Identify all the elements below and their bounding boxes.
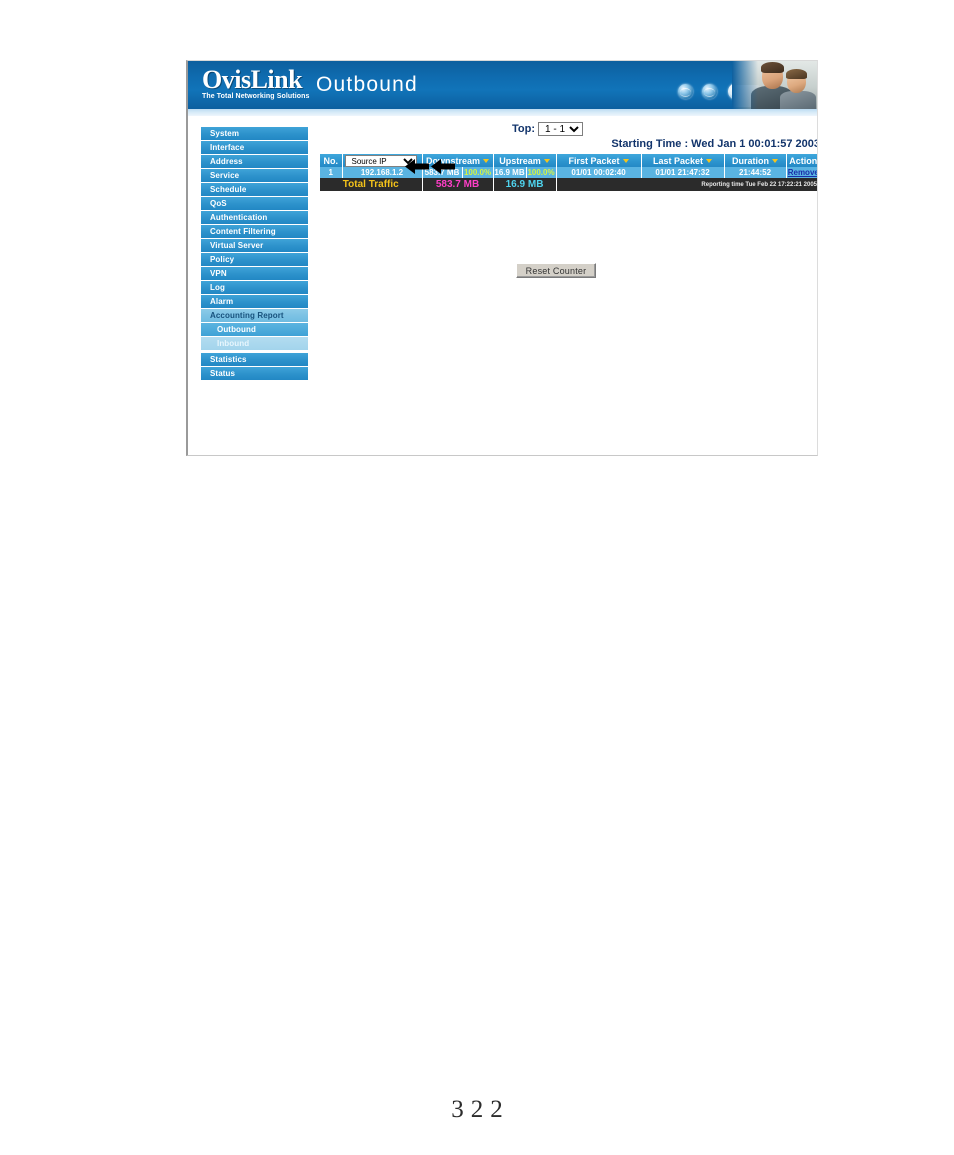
column-header-first-packet[interactable]: First Packet [556,154,642,167]
sidebar-item-label: Status [210,369,236,378]
remove-link[interactable]: Remove [788,168,817,177]
sidebar-item-label: Virtual Server [210,241,264,250]
sort-descending-icon[interactable] [622,159,629,164]
sidebar-item-schedule[interactable]: Schedule [201,183,308,197]
sort-descending-icon[interactable] [772,159,779,164]
column-header-label: Action [789,155,818,166]
cell-action: Remove [786,167,817,178]
sidebar-item-label: Interface [210,143,245,152]
cell-upstream: 16.9 MB [493,167,527,178]
column-header-label: Duration [732,155,770,166]
column-header-label: Last Packet [653,155,704,166]
sidebar-item-log[interactable]: Log [201,281,308,295]
cell-downstream: 583.7 MB [422,167,463,178]
sidebar-subitem-label: Outbound [217,325,257,334]
sidebar-item-label: Address [210,157,243,166]
table-header-row: No. Source IP Downstream Upstream First … [320,154,818,167]
cell-downstream-percent: 100.0% [462,167,494,178]
column-header-downstream[interactable]: Downstream [422,154,494,167]
cell-last-packet: 01/01 21:47:32 [641,167,725,178]
sidebar-item-label: Statistics [210,355,247,364]
reset-counter-button[interactable]: Reset Counter [516,263,596,278]
sort-descending-icon[interactable] [706,159,713,164]
cell-source-ip: 192.168.1.2 [342,167,423,178]
sidebar-item-authentication[interactable]: Authentication [201,211,308,225]
sidebar-item-statistics[interactable]: Statistics [201,353,308,367]
cell-no: 1 [320,167,343,178]
sidebar-item-interface[interactable]: Interface [201,141,308,155]
sidebar-item-alarm[interactable]: Alarm [201,295,308,309]
accounting-report-table: No. Source IP Downstream Upstream First … [320,154,818,191]
cell-duration: 21:44:52 [724,167,787,178]
sidebar-item-label: Service [210,171,240,180]
sidebar-item-label: Alarm [210,297,234,306]
sidebar-item-label: Authentication [210,213,268,222]
sidebar-item-content-filtering[interactable]: Content Filtering [201,225,308,239]
sidebar-subitem-outbound[interactable]: Outbound [201,323,308,337]
sidebar-item-label: Schedule [210,185,247,194]
sidebar-item-vpn[interactable]: VPN [201,267,308,281]
sidebar-item-label: Policy [210,255,235,264]
sidebar-item-accounting-report[interactable]: Accounting Report [201,309,308,323]
sidebar-item-virtual-server[interactable]: Virtual Server [201,239,308,253]
page-number: 322 [451,1096,510,1123]
column-header-last-packet[interactable]: Last Packet [641,154,725,167]
photo-man-hair [761,62,784,73]
sort-descending-icon[interactable] [483,159,490,164]
sidebar-item-label: System [210,129,240,138]
sidebar-item-label: VPN [210,269,227,278]
photo-boy-hair [786,69,807,79]
globe-icon [702,84,717,99]
app-banner: OvisLink The Total Networking Solutions … [188,61,817,109]
column-header-label: First Packet [568,155,620,166]
column-header-upstream[interactable]: Upstream [493,154,557,167]
sidebar-item-service[interactable]: Service [201,169,308,183]
column-header-label: Upstream [499,155,541,166]
sidebar-item-qos[interactable]: QoS [201,197,308,211]
banner-photo [732,61,817,109]
column-header-duration[interactable]: Duration [724,154,787,167]
column-header-action: Action [786,154,818,167]
photo-boy-body [780,91,816,109]
reporting-time-text: Reporting time Tue Feb 22 17:22:21 2005 [556,178,817,191]
device-web-ui-frame: OvisLink The Total Networking Solutions … [186,60,818,456]
sidebar-item-label: Log [210,283,225,292]
sidebar-item-label: Accounting Report [210,311,284,320]
cell-first-packet: 01/01 00:02:40 [556,167,642,178]
table-row: 1 192.168.1.2 583.7 MB 100.0% 16.9 MB 10… [320,167,817,178]
sidebar-item-label: QoS [210,199,227,208]
page-body: System Interface Address Service Schedul… [188,116,818,455]
column-header-no: No. [320,154,343,167]
top-selector: Top: 1 - 1 [320,122,775,136]
sort-descending-icon[interactable] [543,159,550,164]
sidebar-item-label: Content Filtering [210,227,276,236]
page-title: Outbound [316,73,418,96]
total-upstream-value: 16.9 MB [493,178,557,191]
total-downstream-value: 583.7 MB [422,178,494,191]
sidebar-nav: System Interface Address Service Schedul… [201,127,308,381]
top-count-select[interactable]: 1 - 1 [538,122,583,136]
table-total-row: Total Traffic 583.7 MB 16.9 MB Reporting… [320,178,817,191]
top-label: Top: [511,122,535,135]
column-header-label: Downstream [426,155,481,166]
photo-gradient-overlay [732,61,758,109]
column-header-label: No. [323,155,339,166]
sidebar-subitem-label: Inbound [217,339,250,348]
sidebar-item-address[interactable]: Address [201,155,308,169]
sidebar-subitem-inbound[interactable]: Inbound [201,337,308,351]
total-traffic-label: Total Traffic [320,178,423,191]
main-content: Top: 1 - 1 Starting Time : Wed Jan 1 00:0… [320,116,818,455]
starting-time-text: Starting Time : Wed Jan 1 00:01:57 2003 [611,138,818,150]
sidebar-item-system[interactable]: System [201,127,308,141]
sidebar-item-policy[interactable]: Policy [201,253,308,267]
column-header-source-ip: Source IP [342,154,423,167]
globe-icon [678,84,693,99]
sidebar-item-status[interactable]: Status [201,367,308,381]
source-ip-select[interactable]: Source IP [344,154,417,167]
cell-upstream-percent: 100.0% [526,167,557,178]
